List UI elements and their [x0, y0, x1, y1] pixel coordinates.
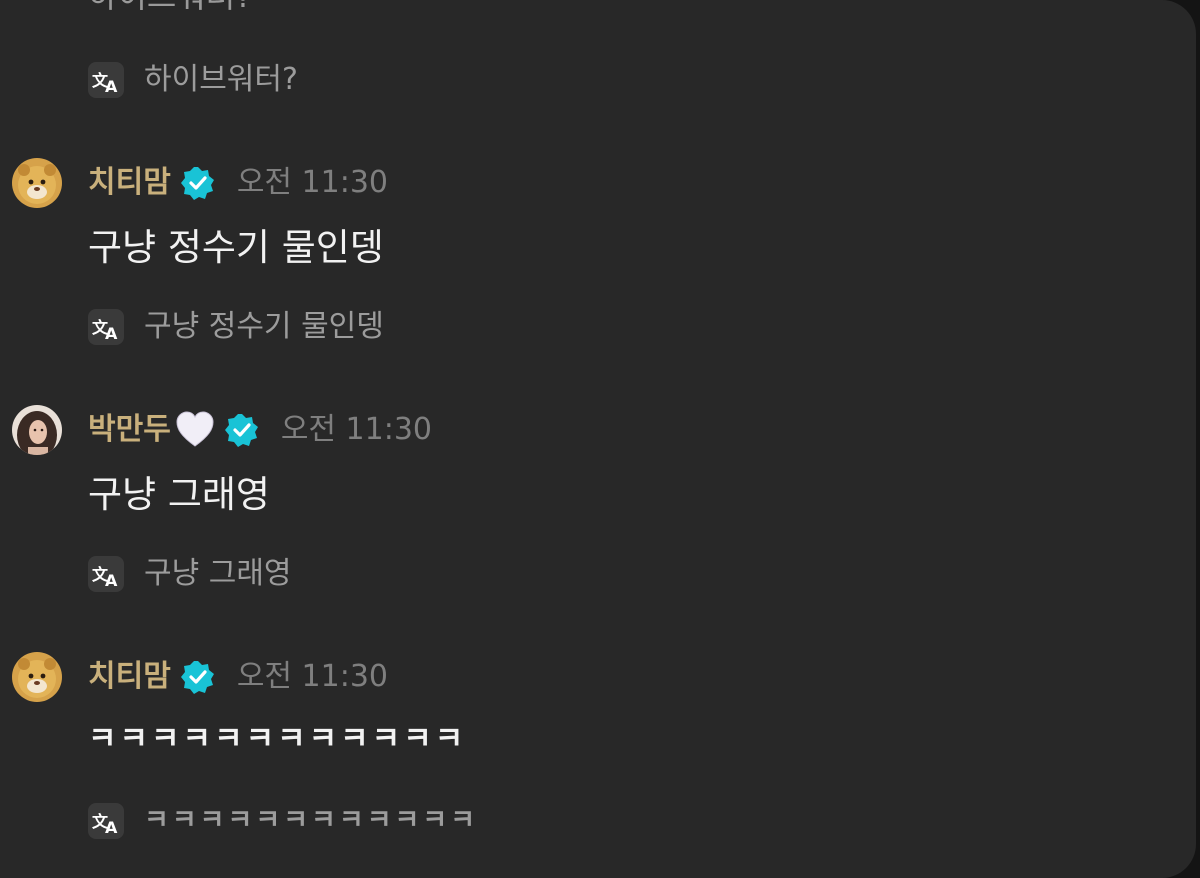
message-header: 치티맘 오전 11:30: [12, 158, 388, 208]
translate-icon[interactable]: 文 A: [88, 556, 124, 592]
message-text: 구냥 정수기 물인뎅: [88, 226, 384, 269]
message-header: 치티맘 오전 11:30: [12, 652, 388, 702]
verified-badge-icon: [180, 167, 214, 200]
svg-text:A: A: [105, 571, 118, 590]
previous-message-text: 하이브워터?: [88, 0, 252, 16]
translation-row[interactable]: 文 A 구냥 그래영: [88, 554, 292, 594]
translate-icon[interactable]: 文 A: [88, 309, 124, 345]
svg-text:A: A: [105, 324, 118, 343]
verified-badge-icon: [180, 661, 214, 694]
translation-row[interactable]: 文 A 하이브워터?: [88, 60, 298, 100]
timestamp: 오전 11:30: [236, 659, 389, 694]
chat-panel: 하이브워터? 文 A 하이브워터? 치티맘: [0, 0, 1196, 878]
message-text: ㅋㅋㅋㅋㅋㅋㅋㅋㅋㅋㅋㅋ: [88, 721, 467, 757]
username[interactable]: 치티맘: [88, 657, 171, 697]
timestamp: 오전 11:30: [280, 412, 433, 447]
timestamp: 오전 11:30: [236, 165, 389, 200]
verified-badge-icon: [224, 414, 258, 447]
username[interactable]: 박만두: [88, 410, 171, 450]
avatar[interactable]: [12, 405, 62, 455]
translation-row[interactable]: 文 A 구냥 정수기 물인뎅: [88, 307, 384, 347]
avatar[interactable]: [12, 652, 62, 702]
svg-text:A: A: [105, 818, 118, 837]
svg-text:A: A: [105, 77, 118, 96]
white-heart-icon: [176, 411, 214, 447]
translate-icon[interactable]: 文 A: [88, 62, 124, 98]
translation-text: 하이브워터?: [144, 62, 298, 97]
translate-icon[interactable]: 文 A: [88, 803, 124, 839]
message-header: 박만두 오전 11:30: [12, 405, 432, 455]
translation-row[interactable]: 文 A ㅋㅋㅋㅋㅋㅋㅋㅋㅋㅋㅋㅋ: [88, 801, 478, 841]
avatar[interactable]: [12, 158, 62, 208]
translation-text: ㅋㅋㅋㅋㅋㅋㅋㅋㅋㅋㅋㅋ: [144, 805, 479, 836]
translation-text: 구냥 그래영: [144, 556, 292, 591]
username[interactable]: 치티맘: [88, 163, 171, 203]
translation-text: 구냥 정수기 물인뎅: [144, 309, 384, 344]
message-text: 구냥 그래영: [88, 473, 270, 516]
